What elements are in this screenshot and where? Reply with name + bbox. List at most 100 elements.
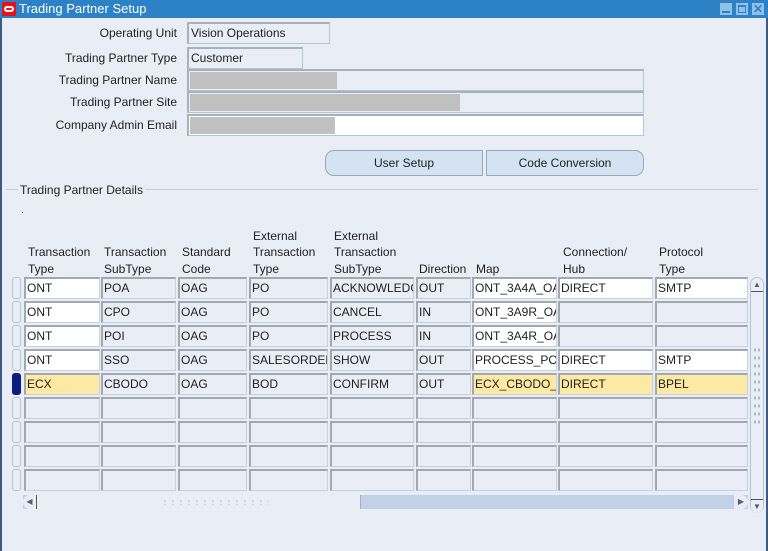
cell-protocol-type[interactable] [655,445,748,467]
cell-ext-transaction-subtype[interactable] [330,469,414,491]
cell-connection-hub[interactable] [558,469,653,491]
cell-standard-code[interactable]: OAG [178,277,247,299]
cell-connection-hub[interactable]: DIRECT [558,373,653,395]
cell-transaction-subtype[interactable] [101,469,176,491]
cell-protocol-type[interactable] [655,301,748,323]
cell-direction[interactable] [416,397,471,419]
cell-connection-hub[interactable] [558,325,653,347]
cell-transaction-subtype[interactable]: CPO [101,301,176,323]
cell-protocol-type[interactable] [655,421,748,443]
cell-transaction-subtype[interactable] [101,421,176,443]
cell-transaction-subtype[interactable]: CBODO [101,373,176,395]
cell-connection-hub[interactable] [558,301,653,323]
trading-partner-name-field[interactable] [187,69,644,91]
scroll-thumb[interactable] [37,495,361,509]
row-indicator[interactable] [12,373,21,395]
row-indicator[interactable] [12,301,21,323]
cell-ext-transaction-subtype[interactable]: PROCESS [330,325,414,347]
code-conversion-button[interactable]: Code Conversion [486,150,644,176]
cell-transaction-type[interactable]: ECX [24,373,100,395]
cell-map[interactable]: ONT_3A4R_OAG [472,325,557,347]
cell-map[interactable]: ECX_CBODO_OAG [472,373,557,395]
scroll-left-icon[interactable]: ◀ [23,495,37,509]
cell-map[interactable] [472,421,557,443]
cell-ext-transaction-subtype[interactable]: CONFIRM [330,373,414,395]
minimize-icon[interactable] [720,3,732,15]
close-icon[interactable]: ✕ [752,3,764,15]
cell-protocol-type[interactable]: SMTP [655,349,748,371]
trading-partner-site-field[interactable] [187,91,644,113]
cell-direction[interactable] [416,445,471,467]
cell-standard-code[interactable] [178,469,247,491]
cell-transaction-type[interactable]: ONT [24,301,100,323]
operating-unit-field[interactable]: Vision Operations [187,22,330,44]
cell-transaction-subtype[interactable]: SSO [101,349,176,371]
cell-protocol-type[interactable]: BPEL [655,373,748,395]
cell-ext-transaction-type[interactable]: BOD [249,373,328,395]
cell-standard-code[interactable]: OAG [178,373,247,395]
cell-standard-code[interactable]: OAG [178,325,247,347]
cell-ext-transaction-subtype[interactable]: SHOW [330,349,414,371]
cell-protocol-type[interactable] [655,469,748,491]
vertical-scrollbar[interactable]: ▲ ▼ [750,277,764,513]
cell-direction[interactable]: IN [416,301,471,323]
scroll-up-icon[interactable]: ▲ [751,278,763,292]
cell-transaction-subtype[interactable]: POI [101,325,176,347]
cell-ext-transaction-type[interactable] [249,421,328,443]
cell-standard-code[interactable] [178,421,247,443]
cell-transaction-type[interactable] [24,397,100,419]
cell-transaction-type[interactable]: ONT [24,277,100,299]
cell-ext-transaction-type[interactable]: PO [249,301,328,323]
horizontal-scrollbar[interactable]: ◀ ▶ [23,495,748,509]
user-setup-button[interactable]: User Setup [325,150,483,176]
cell-connection-hub[interactable]: DIRECT [558,277,653,299]
cell-ext-transaction-subtype[interactable] [330,421,414,443]
cell-ext-transaction-subtype[interactable]: CANCEL [330,301,414,323]
row-indicator[interactable] [12,397,21,419]
cell-transaction-type[interactable]: ONT [24,349,100,371]
cell-ext-transaction-type[interactable]: SALESORDER [249,349,328,371]
cell-standard-code[interactable] [178,445,247,467]
cell-map[interactable]: ONT_3A9R_OAG [472,301,557,323]
row-indicator[interactable] [12,325,21,347]
scroll-right-icon[interactable]: ▶ [734,495,748,509]
cell-protocol-type[interactable]: SMTP [655,277,748,299]
cell-direction[interactable]: OUT [416,373,471,395]
row-indicator[interactable] [12,349,21,371]
cell-standard-code[interactable]: OAG [178,349,247,371]
cell-transaction-type[interactable] [24,421,100,443]
row-indicator[interactable] [12,277,21,299]
cell-transaction-type[interactable]: ONT [24,325,100,347]
cell-ext-transaction-type[interactable] [249,445,328,467]
scroll-down-icon[interactable]: ▼ [751,499,763,513]
cell-transaction-type[interactable] [24,469,100,491]
cell-ext-transaction-type[interactable]: PO [249,277,328,299]
cell-protocol-type[interactable] [655,397,748,419]
cell-map[interactable] [472,469,557,491]
cell-direction[interactable] [416,469,471,491]
cell-map[interactable]: PROCESS_PO [472,349,557,371]
cell-protocol-type[interactable] [655,325,748,347]
cell-ext-transaction-subtype[interactable]: ACKNOWLEDGE [330,277,414,299]
cell-ext-transaction-type[interactable] [249,397,328,419]
cell-connection-hub[interactable] [558,445,653,467]
cell-connection-hub[interactable]: DIRECT [558,349,653,371]
cell-direction[interactable]: OUT [416,277,471,299]
cell-direction[interactable]: OUT [416,349,471,371]
cell-map[interactable]: ONT_3A4A_OAG [472,277,557,299]
cell-transaction-subtype[interactable] [101,445,176,467]
cell-transaction-subtype[interactable] [101,397,176,419]
row-indicator[interactable] [12,469,21,491]
row-indicator[interactable] [12,445,21,467]
cell-connection-hub[interactable] [558,397,653,419]
cell-ext-transaction-subtype[interactable] [330,445,414,467]
cell-ext-transaction-type[interactable]: PO [249,325,328,347]
cell-ext-transaction-subtype[interactable] [330,397,414,419]
row-indicator[interactable] [12,421,21,443]
trading-partner-type-field[interactable]: Customer [187,47,303,69]
cell-connection-hub[interactable] [558,421,653,443]
cell-map[interactable] [472,445,557,467]
cell-transaction-subtype[interactable]: POA [101,277,176,299]
cell-ext-transaction-type[interactable] [249,469,328,491]
cell-direction[interactable] [416,421,471,443]
